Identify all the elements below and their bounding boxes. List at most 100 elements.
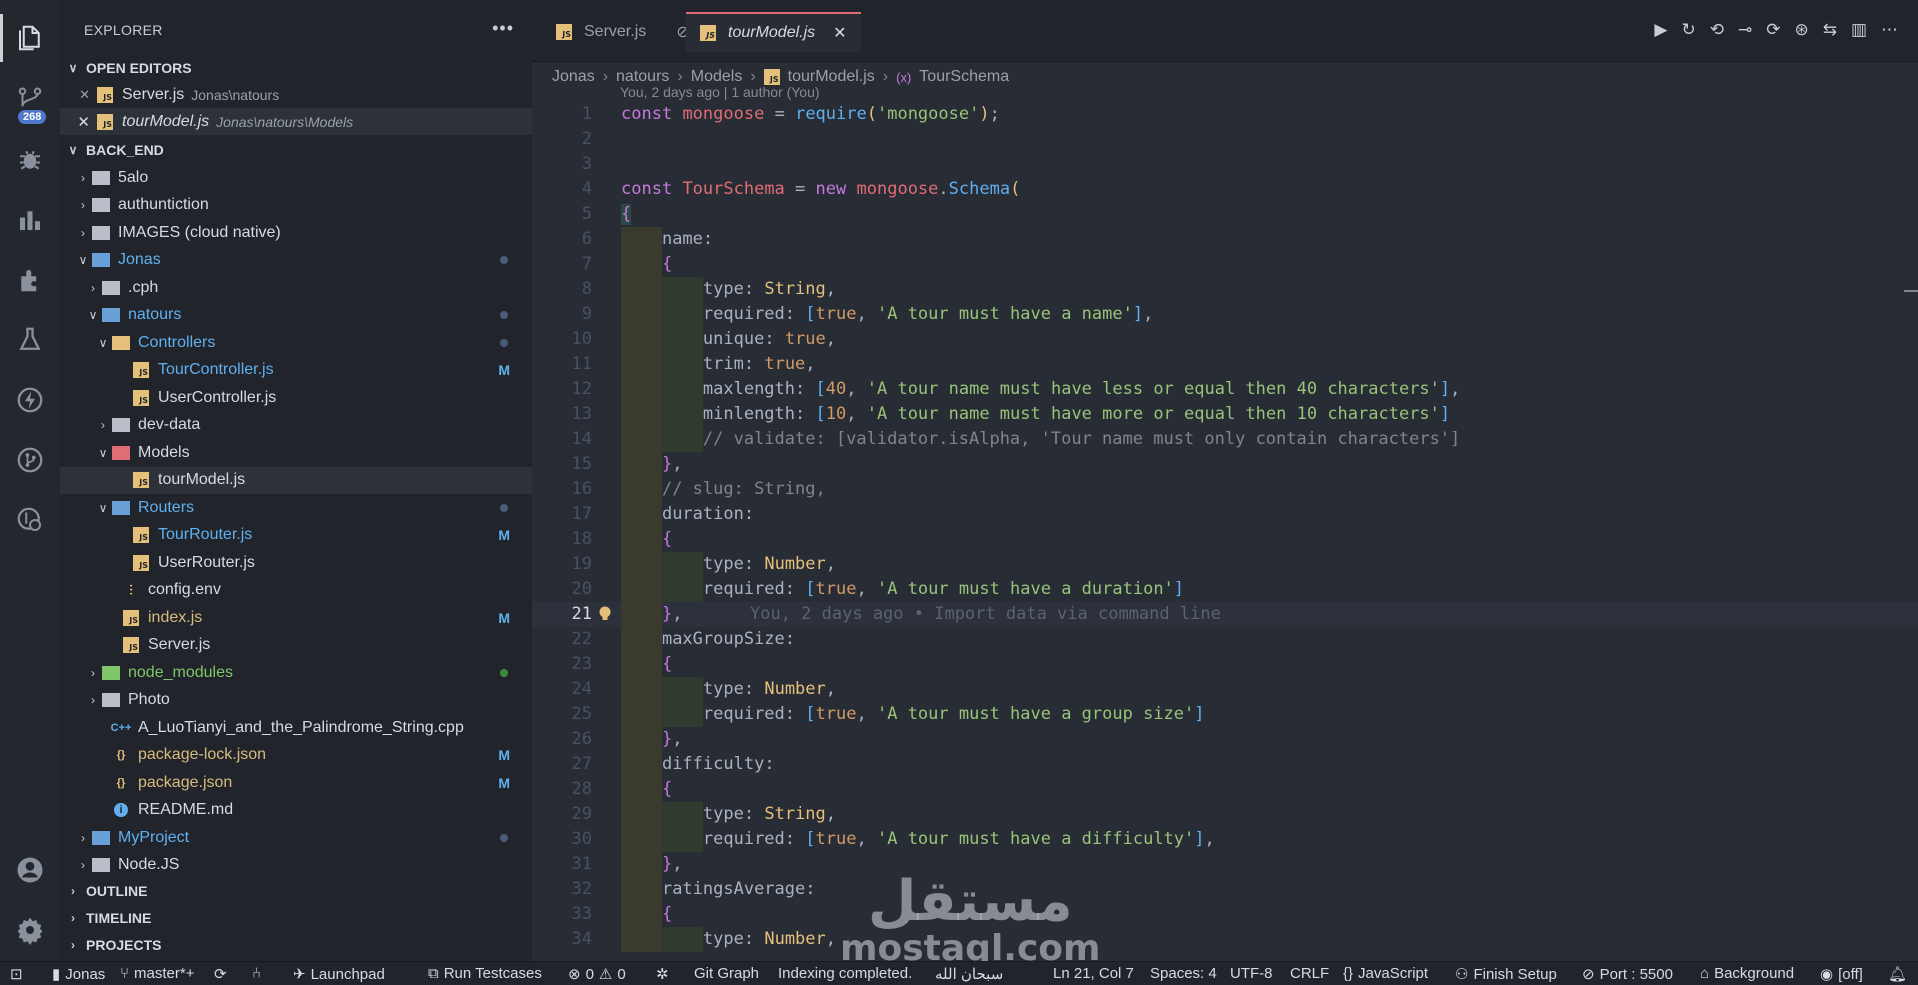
- code-line[interactable]: 31 },: [532, 852, 1918, 877]
- more-actions-button[interactable]: •••: [492, 18, 514, 39]
- tree-folder[interactable]: › node_modules: [60, 659, 532, 686]
- explorer-icon[interactable]: [0, 8, 60, 68]
- gitlens-status-icon[interactable]: ⑃: [252, 965, 261, 982]
- launchpad-status[interactable]: ✈ Launchpad: [293, 965, 385, 984]
- background-status[interactable]: ⌂ Background: [1700, 965, 1794, 982]
- run-icon[interactable]: ▶: [1654, 20, 1667, 40]
- gitlens-icon[interactable]: ⊛: [1794, 20, 1808, 40]
- debug-status-icon[interactable]: ✲: [656, 965, 669, 983]
- git-graph-status[interactable]: Git Graph: [694, 965, 759, 982]
- extensions-icon[interactable]: [0, 250, 60, 310]
- tree-folder[interactable]: ∨ Routers: [60, 494, 532, 521]
- go-back-icon[interactable]: ⟲: [1710, 20, 1724, 40]
- code-line[interactable]: 6 name:: [532, 227, 1918, 252]
- tree-folder[interactable]: ∨ Models: [60, 439, 532, 466]
- tree-file[interactable]: {} package.json M: [60, 769, 532, 796]
- more-icon[interactable]: ⋯: [1881, 20, 1898, 40]
- code-line[interactable]: 29 type: String,: [532, 802, 1918, 827]
- sync-icon[interactable]: ⟳: [214, 965, 227, 983]
- projects-header[interactable]: › PROJECTS: [60, 931, 532, 958]
- code-line[interactable]: 32 ratingsAverage:: [532, 877, 1918, 902]
- code-line[interactable]: 26 },: [532, 727, 1918, 752]
- code-line[interactable]: 34 type: Number,: [532, 927, 1918, 952]
- lightbulb-icon[interactable]: [598, 605, 612, 623]
- tree-file[interactable]: JS UserRouter.js: [60, 549, 532, 576]
- tab-server-js[interactable]: JS Server.js ⊘: [542, 12, 704, 52]
- code-line[interactable]: 17 duration:: [532, 502, 1918, 527]
- lightning-icon[interactable]: [0, 370, 60, 430]
- code-line[interactable]: 14 // validate: [validator.isAlpha, 'Tou…: [532, 427, 1918, 452]
- code-line[interactable]: 8 type: String,: [532, 277, 1918, 302]
- git-graph-icon[interactable]: [0, 430, 60, 490]
- breadcrumb-item[interactable]: TourSchema: [919, 68, 1009, 86]
- code-line[interactable]: 22 maxGroupSize:: [532, 627, 1918, 652]
- go-forward-icon[interactable]: ⟳: [1766, 20, 1780, 40]
- code-line[interactable]: 24 type: Number,: [532, 677, 1918, 702]
- tree-folder[interactable]: › IMAGES (cloud native): [60, 219, 532, 246]
- code-line[interactable]: 11 trim: true,: [532, 352, 1918, 377]
- split-editor-icon[interactable]: ▥: [1851, 20, 1867, 40]
- code-line[interactable]: 20 required: [true, 'A tour must have a …: [532, 577, 1918, 602]
- testing-flask-icon[interactable]: [0, 310, 60, 370]
- open-editor-item[interactable]: ✕ JS tourModel.js Jonas\natours\Models: [60, 108, 532, 135]
- tree-file[interactable]: JS Server.js: [60, 632, 532, 659]
- tree-folder[interactable]: › MyProject: [60, 824, 532, 851]
- refresh-icon[interactable]: ↻: [1681, 20, 1695, 40]
- outline-header[interactable]: › OUTLINE: [60, 877, 532, 904]
- notifications-bell-icon[interactable]: 🔔︎: [1888, 965, 1907, 983]
- pin-icon[interactable]: ✕: [60, 87, 96, 103]
- codelens-blame[interactable]: You, 2 days ago | 1 author (You): [620, 84, 820, 100]
- tree-folder[interactable]: › Node.JS: [60, 852, 532, 879]
- breadcrumb-item[interactable]: Jonas: [552, 68, 595, 86]
- code-line[interactable]: 2: [532, 127, 1918, 152]
- code-line[interactable]: 25 required: [true, 'A tour must have a …: [532, 702, 1918, 727]
- workspace-status[interactable]: ▮ Jonas: [52, 965, 105, 984]
- code-line[interactable]: 3: [532, 152, 1918, 177]
- tab-tourmodel-js[interactable]: JS tourModel.js ✕: [686, 12, 861, 52]
- live-server-status[interactable]: ⊘ Port : 5500: [1582, 965, 1673, 984]
- indentation-status[interactable]: Spaces: 4: [1150, 965, 1217, 982]
- settings-gear-icon[interactable]: [0, 900, 60, 960]
- code-line[interactable]: 10 unique: true,: [532, 327, 1918, 352]
- encoding-status[interactable]: UTF-8: [1230, 965, 1273, 982]
- tree-file[interactable]: JS UserController.js: [60, 384, 532, 411]
- tree-file[interactable]: ⫶ config.env: [60, 577, 532, 604]
- tree-file[interactable]: JS tourModel.js: [60, 466, 532, 494]
- code-editor[interactable]: Jonas › natours › Models › JS tourModel.js ›…: [532, 62, 1918, 961]
- code-line[interactable]: 12 maxlength: [40, 'A tour name must hav…: [532, 377, 1918, 402]
- open-editors-header[interactable]: ∨ OPEN EDITORS: [60, 54, 532, 81]
- gitlens-icon[interactable]: [0, 490, 60, 550]
- problems-status[interactable]: ⊗ 0 ⚠ 0: [568, 965, 626, 984]
- tree-file[interactable]: JS index.js M: [60, 604, 532, 631]
- finish-setup-status[interactable]: ⚇ Finish Setup: [1455, 965, 1557, 984]
- tree-folder[interactable]: › dev-data: [60, 412, 532, 439]
- source-control-icon[interactable]: 268: [0, 70, 60, 130]
- workspace-root-header[interactable]: ∨ BACK_END: [60, 136, 532, 163]
- eol-status[interactable]: CRLF: [1290, 965, 1329, 982]
- code-line[interactable]: 13 minlength: [10, 'A tour name must hav…: [532, 402, 1918, 427]
- close-icon[interactable]: ✕: [833, 23, 846, 43]
- tree-folder[interactable]: ∨ natours: [60, 302, 532, 329]
- code-line[interactable]: 28 {: [532, 777, 1918, 802]
- tree-folder[interactable]: › .cph: [60, 274, 532, 301]
- compare-icon[interactable]: ⇆: [1823, 20, 1837, 40]
- code-line[interactable]: 15 },: [532, 452, 1918, 477]
- charts-icon[interactable]: [0, 190, 60, 250]
- commit-icon[interactable]: ⊸: [1738, 20, 1752, 40]
- cursor-position-status[interactable]: Ln 21, Col 7: [1053, 965, 1134, 982]
- tree-folder[interactable]: › Photo: [60, 687, 532, 714]
- remote-icon[interactable]: ⊡: [10, 965, 23, 983]
- tree-folder[interactable]: ∨ Jonas: [60, 247, 532, 274]
- tree-file[interactable]: {} package-lock.json M: [60, 742, 532, 769]
- language-status[interactable]: {} JavaScript: [1343, 965, 1428, 982]
- tree-folder[interactable]: › authuntiction: [60, 192, 532, 219]
- branch-status[interactable]: ⑂ master*+: [120, 965, 194, 982]
- code-line[interactable]: 7 {: [532, 252, 1918, 277]
- code-line[interactable]: 19 type: Number,: [532, 552, 1918, 577]
- timeline-header[interactable]: › TIMELINE: [60, 904, 532, 931]
- code-line[interactable]: 5{: [532, 202, 1918, 227]
- code-line[interactable]: 9 required: [true, 'A tour must have a n…: [532, 302, 1918, 327]
- code-line[interactable]: 33 {: [532, 902, 1918, 927]
- code-line[interactable]: 23 {: [532, 652, 1918, 677]
- run-debug-icon[interactable]: [0, 130, 60, 190]
